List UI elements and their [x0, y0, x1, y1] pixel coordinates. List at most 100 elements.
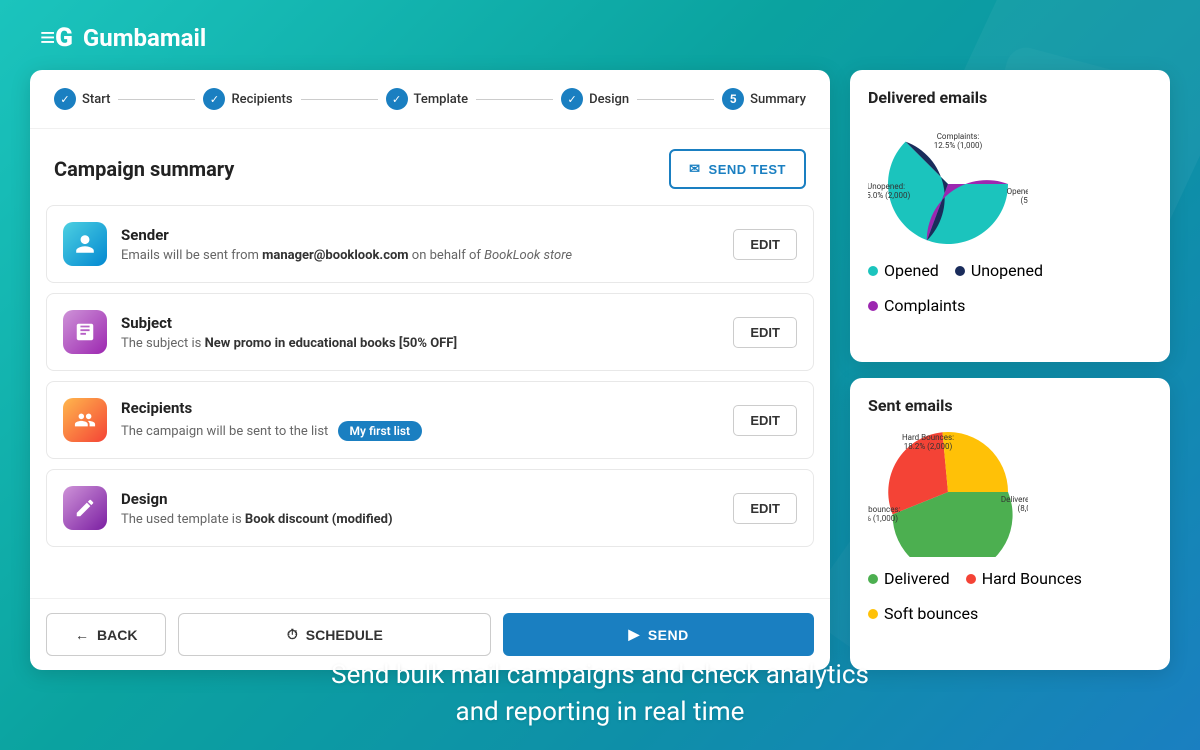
design-title: Design	[121, 490, 719, 508]
svg-text:Complaints:: Complaints:	[937, 132, 980, 141]
legend-opened: Opened	[868, 261, 939, 280]
design-icon	[63, 486, 107, 530]
step-check-start: ✓	[54, 88, 76, 110]
envelope-icon: ✉	[689, 161, 700, 177]
recipients-edit-button[interactable]: EDIT	[733, 405, 797, 436]
sender-icon	[63, 222, 107, 266]
delivered-label-text: Delivered	[884, 569, 950, 588]
design-content: Design The used template is Book discoun…	[121, 490, 719, 527]
sender-content: Sender Emails will be sent from manager@…	[121, 226, 719, 263]
delivered-emails-card: Delivered emails Complaints: 12.5% (1,00…	[850, 70, 1170, 362]
summary-item-design: Design The used template is Book discoun…	[46, 469, 814, 547]
tagline-line1: Send bulk mail campaigns and check analy…	[0, 657, 1200, 693]
step-line-3	[476, 99, 553, 100]
summary-header: Campaign summary ✉ SEND TEST	[30, 129, 830, 205]
tagline-line2: and reporting in real time	[0, 694, 1200, 730]
sent-chart-area: Hard Bounces: 18.2% (2,000) Soft bounces…	[868, 427, 1152, 561]
complaints-label: Complaints	[884, 296, 965, 315]
subject-icon	[63, 310, 107, 354]
step-label-start: Start	[82, 92, 110, 107]
summary-items-list: Sender Emails will be sent from manager@…	[30, 205, 830, 598]
step-number-summary: 5	[722, 88, 744, 110]
clock-icon: ⏱	[287, 626, 298, 643]
hard-bounces-dot	[966, 574, 976, 584]
svg-text:Hard Bounces:: Hard Bounces:	[902, 433, 954, 442]
legend-complaints: Complaints	[868, 296, 965, 315]
step-summary: 5 Summary	[722, 88, 806, 110]
step-recipients: ✓ Recipients	[203, 88, 292, 110]
summary-item-subject: Subject The subject is New promo in educ…	[46, 293, 814, 371]
back-label: BACK	[97, 627, 137, 643]
delivered-legend: Opened Unopened Complaints	[868, 261, 1152, 315]
delivered-dot	[868, 574, 878, 584]
sender-desc: Emails will be sent from manager@bookloo…	[121, 248, 719, 263]
recipients-title: Recipients	[121, 399, 719, 417]
sent-title: Sent emails	[868, 396, 1152, 415]
svg-text:9.1% (1,000): 9.1% (1,000)	[868, 514, 898, 523]
stepper: ✓ Start ✓ Recipients ✓ Template ✓ Design…	[30, 70, 830, 129]
svg-text:Delivered: 72.7%: Delivered: 72.7%	[1001, 495, 1028, 504]
hard-bounces-label: Hard Bounces	[982, 569, 1082, 588]
tagline: Send bulk mail campaigns and check analy…	[0, 657, 1200, 730]
logo-text: Gumbamail	[83, 24, 206, 52]
list-badge: My first list	[338, 421, 423, 441]
design-edit-button[interactable]: EDIT	[733, 493, 797, 524]
svg-text:Unopened:: Unopened:	[868, 182, 905, 191]
legend-unopened: Unopened	[955, 261, 1043, 280]
svg-text:Soft bounces:: Soft bounces:	[868, 505, 901, 514]
logo-icon: ≡G	[40, 22, 73, 53]
logo-area: ≡G Gumbamail	[40, 22, 206, 53]
recipients-desc: The campaign will be sent to the list My…	[121, 421, 719, 441]
step-template: ✓ Template	[386, 88, 469, 110]
svg-text:25.0% (2,000): 25.0% (2,000)	[868, 191, 910, 200]
svg-text:(8,000): (8,000)	[1017, 504, 1028, 513]
recipients-icon	[63, 398, 107, 442]
step-line-4	[637, 99, 714, 100]
summary-item-recipients: Recipients The campaign will be sent to …	[46, 381, 814, 459]
opened-label: Opened	[884, 261, 939, 280]
sent-legend: Delivered Hard Bounces Soft bounces	[868, 569, 1152, 623]
step-start: ✓ Start	[54, 88, 110, 110]
svg-text:18.2% (2,000): 18.2% (2,000)	[904, 442, 953, 451]
subject-title: Subject	[121, 314, 719, 332]
unopened-dot	[955, 266, 965, 276]
legend-hard-bounces: Hard Bounces	[966, 569, 1082, 588]
step-check-template: ✓	[386, 88, 408, 110]
step-design: ✓ Design	[561, 88, 629, 110]
step-line-2	[301, 99, 378, 100]
step-line-1	[118, 99, 195, 100]
schedule-button[interactable]: ⏱ SCHEDULE	[178, 613, 491, 656]
summary-title: Campaign summary	[54, 157, 234, 181]
sender-edit-button[interactable]: EDIT	[733, 229, 797, 260]
step-label-template: Template	[414, 92, 469, 107]
step-label-recipients: Recipients	[231, 92, 292, 107]
unopened-label: Unopened	[971, 261, 1043, 280]
summary-item-sender: Sender Emails will be sent from manager@…	[46, 205, 814, 283]
recipients-content: Recipients The campaign will be sent to …	[121, 399, 719, 441]
step-label-design: Design	[589, 92, 629, 107]
step-label-summary: Summary	[750, 92, 806, 107]
legend-delivered: Delivered	[868, 569, 950, 588]
send-test-button[interactable]: ✉ SEND TEST	[669, 149, 806, 189]
svg-text:(5,000): (5,000)	[1020, 196, 1028, 205]
legend-soft-bounces: Soft bounces	[868, 604, 978, 623]
svg-text:Opened: 62.5%: Opened: 62.5%	[1007, 187, 1028, 196]
sender-title: Sender	[121, 226, 719, 244]
subject-desc: The subject is New promo in educational …	[121, 336, 719, 351]
delivered-pie: Complaints: 12.5% (1,000) Unopened: 25.0…	[868, 119, 1028, 253]
svg-text:12.5% (1,000): 12.5% (1,000)	[934, 141, 983, 150]
back-arrow-icon: ←	[75, 627, 89, 643]
subject-edit-button[interactable]: EDIT	[733, 317, 797, 348]
sent-emails-card: Sent emails Hard Bounces: 18.2% (2,000)	[850, 378, 1170, 670]
send-label: SEND	[648, 627, 689, 643]
back-button[interactable]: ← BACK	[46, 613, 166, 656]
sent-pie: Hard Bounces: 18.2% (2,000) Soft bounces…	[868, 427, 1028, 561]
send-button[interactable]: ▶ SEND	[503, 613, 814, 656]
right-panels: Delivered emails Complaints: 12.5% (1,00…	[850, 70, 1170, 670]
content-area: ✓ Start ✓ Recipients ✓ Template ✓ Design…	[30, 70, 1170, 670]
subject-content: Subject The subject is New promo in educ…	[121, 314, 719, 351]
delivered-chart-area: Complaints: 12.5% (1,000) Unopened: 25.0…	[868, 119, 1152, 253]
complaints-dot	[868, 301, 878, 311]
opened-dot	[868, 266, 878, 276]
step-check-recipients: ✓	[203, 88, 225, 110]
